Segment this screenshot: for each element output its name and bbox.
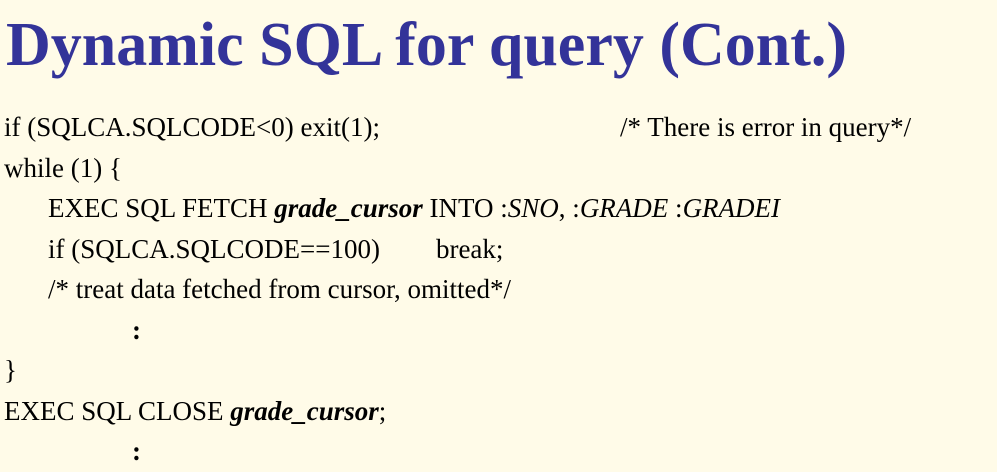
while-loop-open: while (1) { bbox=[4, 152, 122, 183]
separator-1: , : bbox=[558, 193, 580, 223]
host-var-sno: SNO bbox=[507, 193, 559, 223]
error-comment: /* There is error in query*/ bbox=[620, 112, 912, 142]
sqlcode-check-statement: if (SQLCA.SQLCODE<0) exit(1); bbox=[4, 112, 380, 142]
code-line-5: /* treat data fetched from cursor, omitt… bbox=[4, 269, 780, 310]
code-line-1: if (SQLCA.SQLCODE<0) exit(1); /* There i… bbox=[4, 107, 911, 148]
close-keyword: EXEC SQL CLOSE bbox=[4, 395, 231, 426]
fetch-keyword: EXEC SQL FETCH bbox=[48, 193, 275, 223]
code-line-7: } bbox=[4, 350, 780, 391]
slide-title: Dynamic SQL for query (Cont.) bbox=[6, 11, 848, 79]
separator-2: : bbox=[668, 193, 683, 223]
ellipsis-colon: : bbox=[132, 314, 141, 345]
ellipsis-colon-final: : bbox=[132, 436, 141, 466]
code-line-2: while (1) { bbox=[4, 148, 780, 189]
code-line-3: EXEC SQL FETCH grade_cursor INTO :SNO, :… bbox=[4, 188, 780, 229]
code-line-8: EXEC SQL CLOSE grade_cursor; bbox=[4, 391, 780, 432]
code-line-4: if (SQLCA.SQLCODE==100) break; bbox=[4, 229, 780, 270]
host-var-gradei: GRADEI bbox=[682, 193, 781, 223]
treat-data-comment: /* treat data fetched from cursor, omitt… bbox=[48, 274, 511, 304]
statement-terminator: ; bbox=[378, 395, 387, 426]
into-keyword: INTO : bbox=[422, 193, 508, 223]
code-line-9: : bbox=[4, 431, 780, 472]
while-loop-close: } bbox=[4, 355, 17, 385]
code-line-6: : bbox=[4, 310, 780, 351]
break-statement: break; bbox=[435, 233, 504, 264]
host-var-grade: GRADE bbox=[579, 193, 669, 223]
fetch-cursor-name: grade_cursor bbox=[274, 193, 423, 223]
code-block: if (SQLCA.SQLCODE<0) exit(1); /* There i… bbox=[4, 107, 911, 472]
end-of-data-check: if (SQLCA.SQLCODE==100) bbox=[48, 233, 380, 264]
close-cursor-name: grade_cursor bbox=[230, 395, 379, 426]
